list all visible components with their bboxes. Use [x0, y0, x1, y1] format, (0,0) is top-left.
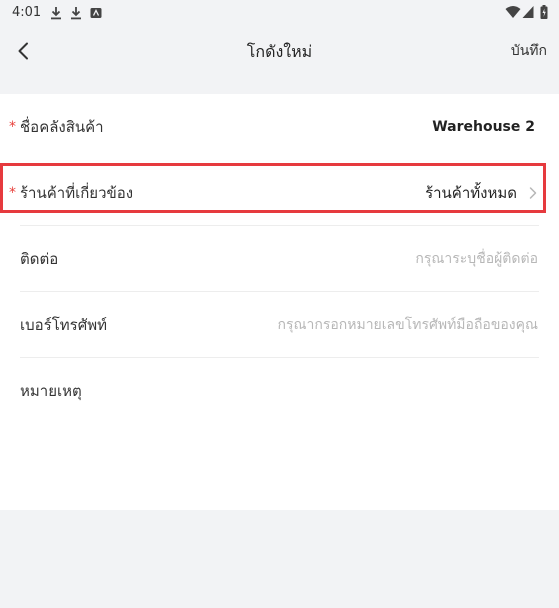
related-stores-row[interactable]: * ร้านค้าที่เกี่ยวข้อง ร้านค้าทั้งหมด	[0, 160, 559, 226]
status-bar: 4:01	[0, 0, 559, 26]
contact-name-input[interactable]: กรุณาระบุชื่อผู้ติดต่อ	[415, 248, 538, 270]
required-mark: *	[9, 119, 16, 135]
download-icon	[71, 7, 81, 20]
signal-icon	[522, 6, 534, 18]
note-label: หมายเหตุ	[20, 382, 82, 400]
note-textarea[interactable]	[20, 414, 539, 494]
required-mark: *	[9, 185, 16, 201]
page-title: โกดังใหม่	[246, 42, 313, 61]
warehouse-name-label: ชื่อคลังสินค้า	[20, 118, 104, 136]
app-notification-icon	[90, 8, 102, 18]
status-time: 4:01	[12, 5, 42, 20]
battery-icon	[540, 5, 548, 19]
app-header: โกดังใหม่ บันทึก	[0, 26, 559, 82]
warehouse-name-row[interactable]: * ชื่อคลังสินค้า Warehouse 2	[0, 94, 559, 160]
contact-label: ติดต่อ	[20, 250, 59, 268]
contact-row: ติดต่อ กรุณาระบุชื่อผู้ติดต่อ	[0, 226, 559, 292]
wifi-icon	[505, 6, 521, 18]
phone-row: เบอร์โทรศัพท์ กรุณากรอกหมายเลขโทรศัพท์มื…	[0, 292, 559, 358]
phone-label: เบอร์โทรศัพท์	[20, 316, 108, 334]
related-stores-value[interactable]: ร้านค้าทั้งหมด	[425, 181, 517, 205]
phone-input[interactable]: กรุณากรอกหมายเลขโทรศัพท์มือถือของคุณ	[278, 314, 538, 336]
warehouse-form: * ชื่อคลังสินค้า Warehouse 2 * ร้านค้าที…	[0, 94, 559, 510]
related-stores-label: ร้านค้าที่เกี่ยวข้อง	[20, 184, 134, 202]
save-button[interactable]: บันทึก	[511, 40, 547, 62]
chevron-right-icon	[529, 187, 537, 199]
download-icon	[51, 7, 61, 20]
warehouse-name-input[interactable]: Warehouse 2	[432, 119, 535, 135]
